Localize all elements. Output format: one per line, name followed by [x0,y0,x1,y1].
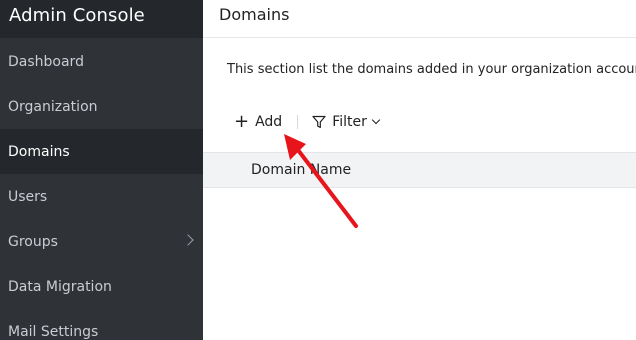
sidebar-item-label: Data Migration [8,278,112,295]
column-header-domain-name[interactable]: Domain Name [251,162,351,178]
sidebar-item-label: Dashboard [8,53,84,70]
plus-icon: + [234,111,250,132]
sidebar-item-label: Mail Settings [8,323,99,340]
filter-button-label: Filter [332,114,367,130]
toolbar-divider [297,115,299,129]
sidebar-item-data-migration[interactable]: Data Migration [0,264,203,309]
toolbar: + Add Filter [234,111,381,133]
sidebar-item-label: Organization [8,98,98,115]
table-header: Domain Name [203,152,636,188]
filter-icon [312,115,326,129]
sidebar-item-mail-settings[interactable]: Mail Settings [0,309,203,340]
page-header: Domains [203,0,636,38]
sidebar-item-organization[interactable]: Organization [0,84,203,129]
sidebar-item-label: Groups [8,233,58,250]
add-button-label: Add [255,114,283,130]
sidebar-item-users[interactable]: Users [0,174,203,219]
chevron-right-icon [182,234,194,246]
sidebar-header: Admin Console [0,0,203,38]
main-content: Domains This section list the domains ad… [203,0,636,340]
sidebar: Admin Console Dashboard Organization Dom… [0,0,203,340]
sidebar-item-label: Users [8,188,48,205]
sidebar-item-domains[interactable]: Domains [0,129,203,174]
app-title: Admin Console [9,4,145,26]
add-button[interactable]: + Add [234,113,282,131]
page-title: Domains [219,5,290,24]
sidebar-item-groups[interactable]: Groups [0,219,203,264]
chevron-down-icon [371,115,381,125]
filter-button[interactable]: Filter [312,114,381,130]
sidebar-item-dashboard[interactable]: Dashboard [0,39,203,84]
section-description: This section list the domains added in y… [227,62,636,77]
sidebar-item-label: Domains [8,143,70,160]
